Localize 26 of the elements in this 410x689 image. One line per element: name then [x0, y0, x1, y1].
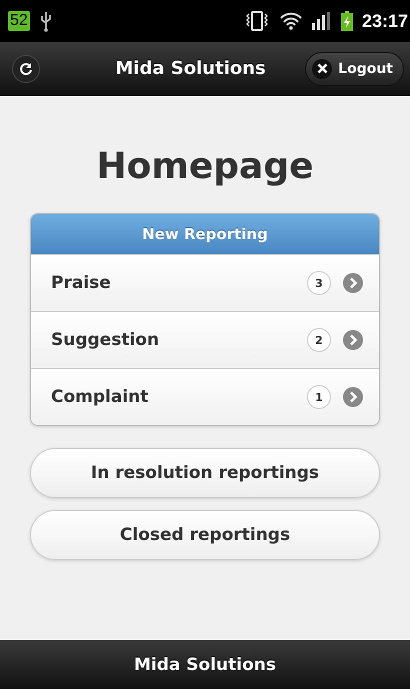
nav-button[interactable]: Closed reportings — [30, 510, 380, 560]
page-title: Homepage — [95, 146, 315, 187]
wifi-icon — [278, 11, 303, 31]
count-bubble: 2 — [307, 328, 331, 352]
count-bubble: 1 — [307, 385, 331, 409]
close-icon — [316, 63, 328, 74]
list-item[interactable]: Suggestion 2 — [31, 311, 379, 368]
battery-level-badge: 52 — [8, 11, 30, 31]
footer-title: Mida Solutions — [134, 654, 276, 674]
list-item[interactable]: Praise 3 — [31, 254, 379, 311]
app-title: Mida Solutions — [114, 58, 267, 79]
arrow-right-icon — [343, 330, 363, 350]
list-header: New Reporting — [31, 214, 379, 254]
refresh-icon — [19, 62, 33, 76]
logout-button[interactable]: Logout — [305, 52, 404, 86]
signal-icon — [312, 12, 332, 30]
battery-charging-icon — [340, 11, 353, 31]
arrow-right-icon — [343, 387, 363, 407]
status-time: 23:17 — [362, 10, 408, 32]
usb-icon — [38, 10, 53, 32]
arrow-right-icon — [343, 273, 363, 293]
refresh-button[interactable] — [12, 54, 40, 82]
list-item[interactable]: Complaint 1 — [31, 368, 379, 425]
nav-button[interactable]: In resolution reportings — [30, 448, 380, 498]
vibrate-icon — [244, 10, 270, 32]
count-bubble: 3 — [307, 271, 331, 295]
